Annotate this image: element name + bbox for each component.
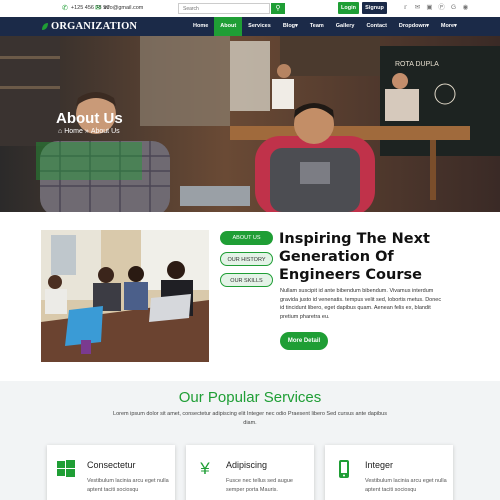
chevron-down-icon: ▾ (295, 23, 298, 29)
windows-icon (57, 460, 75, 477)
google-icon[interactable]: G (449, 3, 458, 12)
tab-about-us[interactable]: ABOUT US (220, 231, 273, 245)
top-bar: ✆ +125 456 78 90 ✉ info@gmail.com ⚲ Logi… (0, 0, 500, 17)
instagram-icon[interactable]: ▣ (425, 3, 434, 12)
chevron-down-icon: ▾ (426, 23, 429, 29)
service-card[interactable]: ¥ Adipiscing Fusce nec tellus sed augue … (186, 445, 314, 500)
service-card-title: Integer (365, 460, 394, 470)
nav-item-more[interactable]: More▾ (435, 17, 463, 36)
breadcrumb-current: About Us (90, 128, 120, 135)
search-input[interactable] (178, 3, 270, 14)
services-title: Our Popular Services (178, 389, 322, 406)
nav-item-services[interactable]: Services (242, 17, 277, 36)
about-heading: Inspiring The Next Generation Of Enginee… (279, 231, 430, 283)
yen-icon: ¥ (200, 459, 210, 478)
nav-item-team[interactable]: Team (304, 17, 330, 36)
main-navbar: ORGANIZATION Home About Services Blog▾ T… (0, 17, 500, 36)
nav-item-home[interactable]: Home (187, 17, 214, 36)
nav-item-gallery[interactable]: Gallery (330, 17, 361, 36)
home-icon: ⌂ (58, 128, 63, 135)
logo-text: ORGANIZATION (51, 21, 138, 32)
services-subtitle: Lorem ipsum dolor sit amet, consectetur … (113, 411, 387, 426)
search-icon: ⚲ (275, 5, 281, 12)
breadcrumb: ⌂ Home » About Us (58, 128, 120, 135)
search-button[interactable]: ⚲ (271, 3, 285, 14)
service-card-text: Vestibulum lacinia arcu eget nulla apten… (365, 478, 447, 493)
github-icon[interactable]: ◉ (461, 3, 470, 12)
email-icon[interactable]: ✉ (413, 3, 422, 12)
more-detail-button[interactable]: More Detail (280, 332, 328, 350)
signup-button[interactable]: Signup (362, 2, 387, 14)
service-card-title: Adipiscing (226, 460, 268, 470)
tab-our-skills[interactable]: OUR SKILLS (220, 273, 273, 287)
nav-item-blog-label: Blog (282, 23, 296, 29)
service-card-text: Vestibulum lacinia arcu eget nulla apten… (87, 478, 169, 493)
phone-icon: ✆ (62, 5, 68, 12)
service-card[interactable]: Consectetur Vestibulum lacinia arcu eget… (47, 445, 175, 500)
svg-text:ROTA DUPLA: ROTA DUPLA (395, 61, 439, 68)
nav-item-contact[interactable]: Contact (360, 17, 392, 36)
service-card-text: Fusce nec tellus sed augue semper porta … (226, 478, 293, 493)
pinterest-icon[interactable]: Ⓟ (437, 3, 446, 12)
social-links: 𝕣 ✉ ▣ Ⓟ G ◉ (401, 3, 470, 12)
chevron-down-icon: ▾ (454, 23, 457, 29)
nav-item-dropdown-label: Dropdown (398, 23, 427, 29)
about-paragraph: Nullam suscipit id ante bibendum bibendu… (280, 288, 442, 320)
breadcrumb-backdrop (36, 142, 142, 180)
nav-item-dropdown[interactable]: Dropdown▾ (393, 17, 435, 36)
nav-item-blog[interactable]: Blog▾ (277, 17, 304, 36)
page-title: About Us (56, 110, 123, 127)
breadcrumb-home[interactable]: Home (64, 128, 83, 135)
breadcrumb-separator: » (84, 128, 89, 135)
email-address: info@gmail.com (103, 5, 144, 11)
nav-menu: Home About Services Blog▾ Team Gallery C… (187, 17, 463, 36)
mobile-icon (339, 460, 349, 478)
service-card[interactable]: Integer Vestibulum lacinia arcu eget nul… (325, 445, 453, 500)
twitter-icon[interactable]: 𝕣 (401, 3, 410, 12)
email-contact: ✉ info@gmail.com (95, 4, 143, 12)
team-meeting-photo (41, 230, 209, 362)
tab-our-history[interactable]: OUR HISTORY (220, 252, 273, 266)
service-card-title: Consectetur (87, 460, 136, 470)
email-icon: ✉ (95, 5, 101, 12)
nav-item-more-label: More (440, 23, 455, 29)
logo[interactable]: ORGANIZATION (41, 21, 137, 32)
leaf-icon (42, 23, 48, 30)
nav-item-about[interactable]: About (214, 17, 243, 36)
login-button[interactable]: Login (338, 2, 359, 14)
